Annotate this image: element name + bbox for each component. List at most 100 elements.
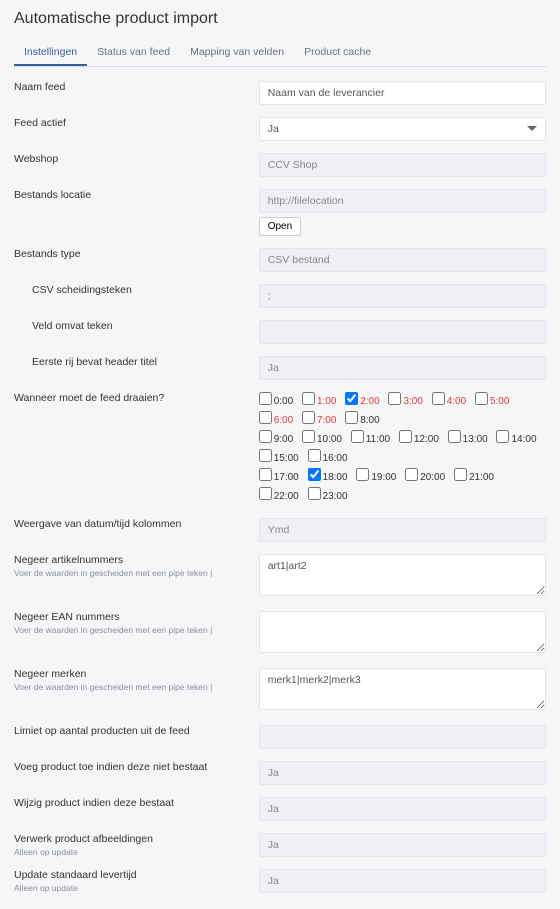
limiet-input[interactable]	[259, 725, 546, 749]
schedule-hour-1900[interactable]: 19:00	[356, 468, 396, 487]
schedule-checkbox-1000[interactable]	[302, 430, 315, 443]
label-limiet: Limiet op aantal producten uit de feed	[14, 725, 259, 737]
label-voeg-toe: Voeg product toe indien deze niet bestaa…	[14, 761, 259, 773]
schedule-hour-800[interactable]: 8:00	[345, 411, 379, 430]
schedule-hour-500[interactable]: 5:00	[475, 392, 509, 411]
schedule-checkbox-2300[interactable]	[308, 487, 321, 500]
schedule-checkbox-1400[interactable]	[496, 430, 509, 443]
schedule-hour-700[interactable]: 7:00	[302, 411, 336, 430]
schedule-hour-300[interactable]: 3:00	[388, 392, 422, 411]
schedule-group: 0:00 1:00 2:00 3:00 4:00 5:00 6:00 7:00 …	[259, 392, 546, 506]
sublabel-update-only-1: Alleen op update	[14, 847, 249, 857]
bestands-locatie-input[interactable]	[259, 189, 546, 213]
label-eerste-rij: Eerste rij bevat header titel	[14, 356, 259, 368]
schedule-checkbox-1300[interactable]	[448, 430, 461, 443]
schedule-checkbox-2100[interactable]	[454, 468, 467, 481]
schedule-hour-600[interactable]: 6:00	[259, 411, 293, 430]
label-datum-weer: Weergave van datum/tijd kolommen	[14, 518, 259, 530]
label-webshop: Webshop	[14, 153, 259, 165]
schedule-hour-1200[interactable]: 12:00	[399, 430, 439, 449]
schedule-hour-000[interactable]: 0:00	[259, 392, 293, 411]
schedule-hour-1300[interactable]: 13:00	[448, 430, 488, 449]
schedule-hour-1800[interactable]: 18:00	[308, 468, 348, 487]
schedule-hour-100[interactable]: 1:00	[302, 392, 336, 411]
wijzig-select[interactable]: Ja	[259, 797, 546, 821]
schedule-checkbox-500[interactable]	[475, 392, 488, 405]
schedule-hour-2200[interactable]: 22:00	[259, 487, 299, 506]
schedule-hour-2000[interactable]: 20:00	[405, 468, 445, 487]
schedule-checkbox-1500[interactable]	[259, 449, 272, 462]
label-verwerk-afb-text: Verwerk product afbeeldingen	[14, 833, 153, 845]
schedule-hour-2100[interactable]: 21:00	[454, 468, 494, 487]
schedule-checkbox-300[interactable]	[388, 392, 401, 405]
schedule-hour-200[interactable]: 2:00	[345, 392, 379, 411]
tab-2[interactable]: Mapping van velden	[180, 40, 294, 66]
open-button[interactable]: Open	[259, 217, 301, 236]
schedule-hour-1000[interactable]: 10:00	[302, 430, 342, 449]
sublabel-pipe-hint-3: Voer de waarden in gescheiden met een pi…	[14, 682, 249, 692]
tab-0[interactable]: Instellingen	[14, 40, 87, 66]
schedule-checkbox-2000[interactable]	[405, 468, 418, 481]
label-feed-actief: Feed actief	[14, 117, 259, 129]
label-negeer-ean-text: Negeer EAN nummers	[14, 611, 120, 623]
schedule-checkbox-1700[interactable]	[259, 468, 272, 481]
sublabel-pipe-hint-1: Voer de waarden in gescheiden met een pi…	[14, 568, 249, 578]
schedule-checkbox-700[interactable]	[302, 411, 315, 424]
schedule-checkbox-1800[interactable]	[308, 468, 321, 481]
label-negeer-ean: Negeer EAN nummers Voer de waarden in ge…	[14, 611, 259, 635]
label-wanneer: Wanneer moet de feed draaien?	[14, 392, 259, 404]
schedule-checkbox-100[interactable]	[302, 392, 315, 405]
label-update-levertijd: Update standaard levertijd Alleen op upd…	[14, 869, 259, 893]
schedule-hour-1700[interactable]: 17:00	[259, 468, 299, 487]
negeer-merk-textarea[interactable]	[259, 668, 546, 710]
sublabel-pipe-hint-2: Voer de waarden in gescheiden met een pi…	[14, 625, 249, 635]
eerste-rij-select[interactable]: Ja	[259, 356, 546, 380]
webshop-select[interactable]: CCV Shop	[259, 153, 546, 177]
label-negeer-artikel: Negeer artikelnummers Voer de waarden in…	[14, 554, 259, 578]
label-csv-scheiding: CSV scheidingsteken	[14, 284, 259, 296]
label-naam-feed: Naam feed	[14, 81, 259, 93]
label-bestands-locatie: Bestands locatie	[14, 189, 259, 201]
naam-feed-input[interactable]	[259, 81, 546, 105]
label-veld-omvat: Veld omvat teken	[14, 320, 259, 332]
tabs-bar: InstellingenStatus van feedMapping van v…	[14, 40, 546, 67]
schedule-hour-1400[interactable]: 14:00	[496, 430, 536, 449]
label-negeer-merk-text: Negeer merken	[14, 668, 86, 680]
negeer-artikel-textarea[interactable]	[259, 554, 546, 596]
schedule-checkbox-600[interactable]	[259, 411, 272, 424]
schedule-checkbox-1600[interactable]	[308, 449, 321, 462]
label-wijzig: Wijzig product indien deze bestaat	[14, 797, 259, 809]
update-levertijd-select[interactable]: Ja	[259, 869, 546, 893]
label-bestands-type: Bestands type	[14, 248, 259, 260]
page-title: Automatische product import	[14, 10, 546, 28]
csv-scheiding-input[interactable]	[259, 284, 546, 308]
tab-1[interactable]: Status van feed	[87, 40, 180, 66]
schedule-checkbox-1900[interactable]	[356, 468, 369, 481]
voeg-toe-select[interactable]: Ja	[259, 761, 546, 785]
schedule-hour-900[interactable]: 9:00	[259, 430, 293, 449]
feed-actief-select[interactable]: Ja	[259, 117, 546, 141]
schedule-hour-2300[interactable]: 23:00	[308, 487, 348, 506]
verwerk-afb-select[interactable]: Ja	[259, 833, 546, 857]
schedule-checkbox-900[interactable]	[259, 430, 272, 443]
schedule-checkbox-400[interactable]	[432, 392, 445, 405]
label-update-levertijd-text: Update standaard levertijd	[14, 869, 137, 881]
bestands-type-select[interactable]: CSV bestand	[259, 248, 546, 272]
sublabel-update-only-2: Alleen op update	[14, 883, 249, 893]
schedule-checkbox-1200[interactable]	[399, 430, 412, 443]
schedule-checkbox-1100[interactable]	[351, 430, 364, 443]
label-negeer-merk: Negeer merken Voer de waarden in geschei…	[14, 668, 259, 692]
schedule-hour-1600[interactable]: 16:00	[308, 449, 348, 468]
label-negeer-artikel-text: Negeer artikelnummers	[14, 554, 123, 566]
tab-3[interactable]: Product cache	[294, 40, 381, 66]
veld-omvat-input[interactable]	[259, 320, 546, 344]
schedule-checkbox-200[interactable]	[345, 392, 358, 405]
negeer-ean-textarea[interactable]	[259, 611, 546, 653]
schedule-hour-400[interactable]: 4:00	[432, 392, 466, 411]
schedule-hour-1100[interactable]: 11:00	[351, 430, 390, 449]
schedule-checkbox-000[interactable]	[259, 392, 272, 405]
datum-weer-select[interactable]: Ymd	[259, 518, 546, 542]
schedule-hour-1500[interactable]: 15:00	[259, 449, 299, 468]
schedule-checkbox-2200[interactable]	[259, 487, 272, 500]
schedule-checkbox-800[interactable]	[345, 411, 358, 424]
